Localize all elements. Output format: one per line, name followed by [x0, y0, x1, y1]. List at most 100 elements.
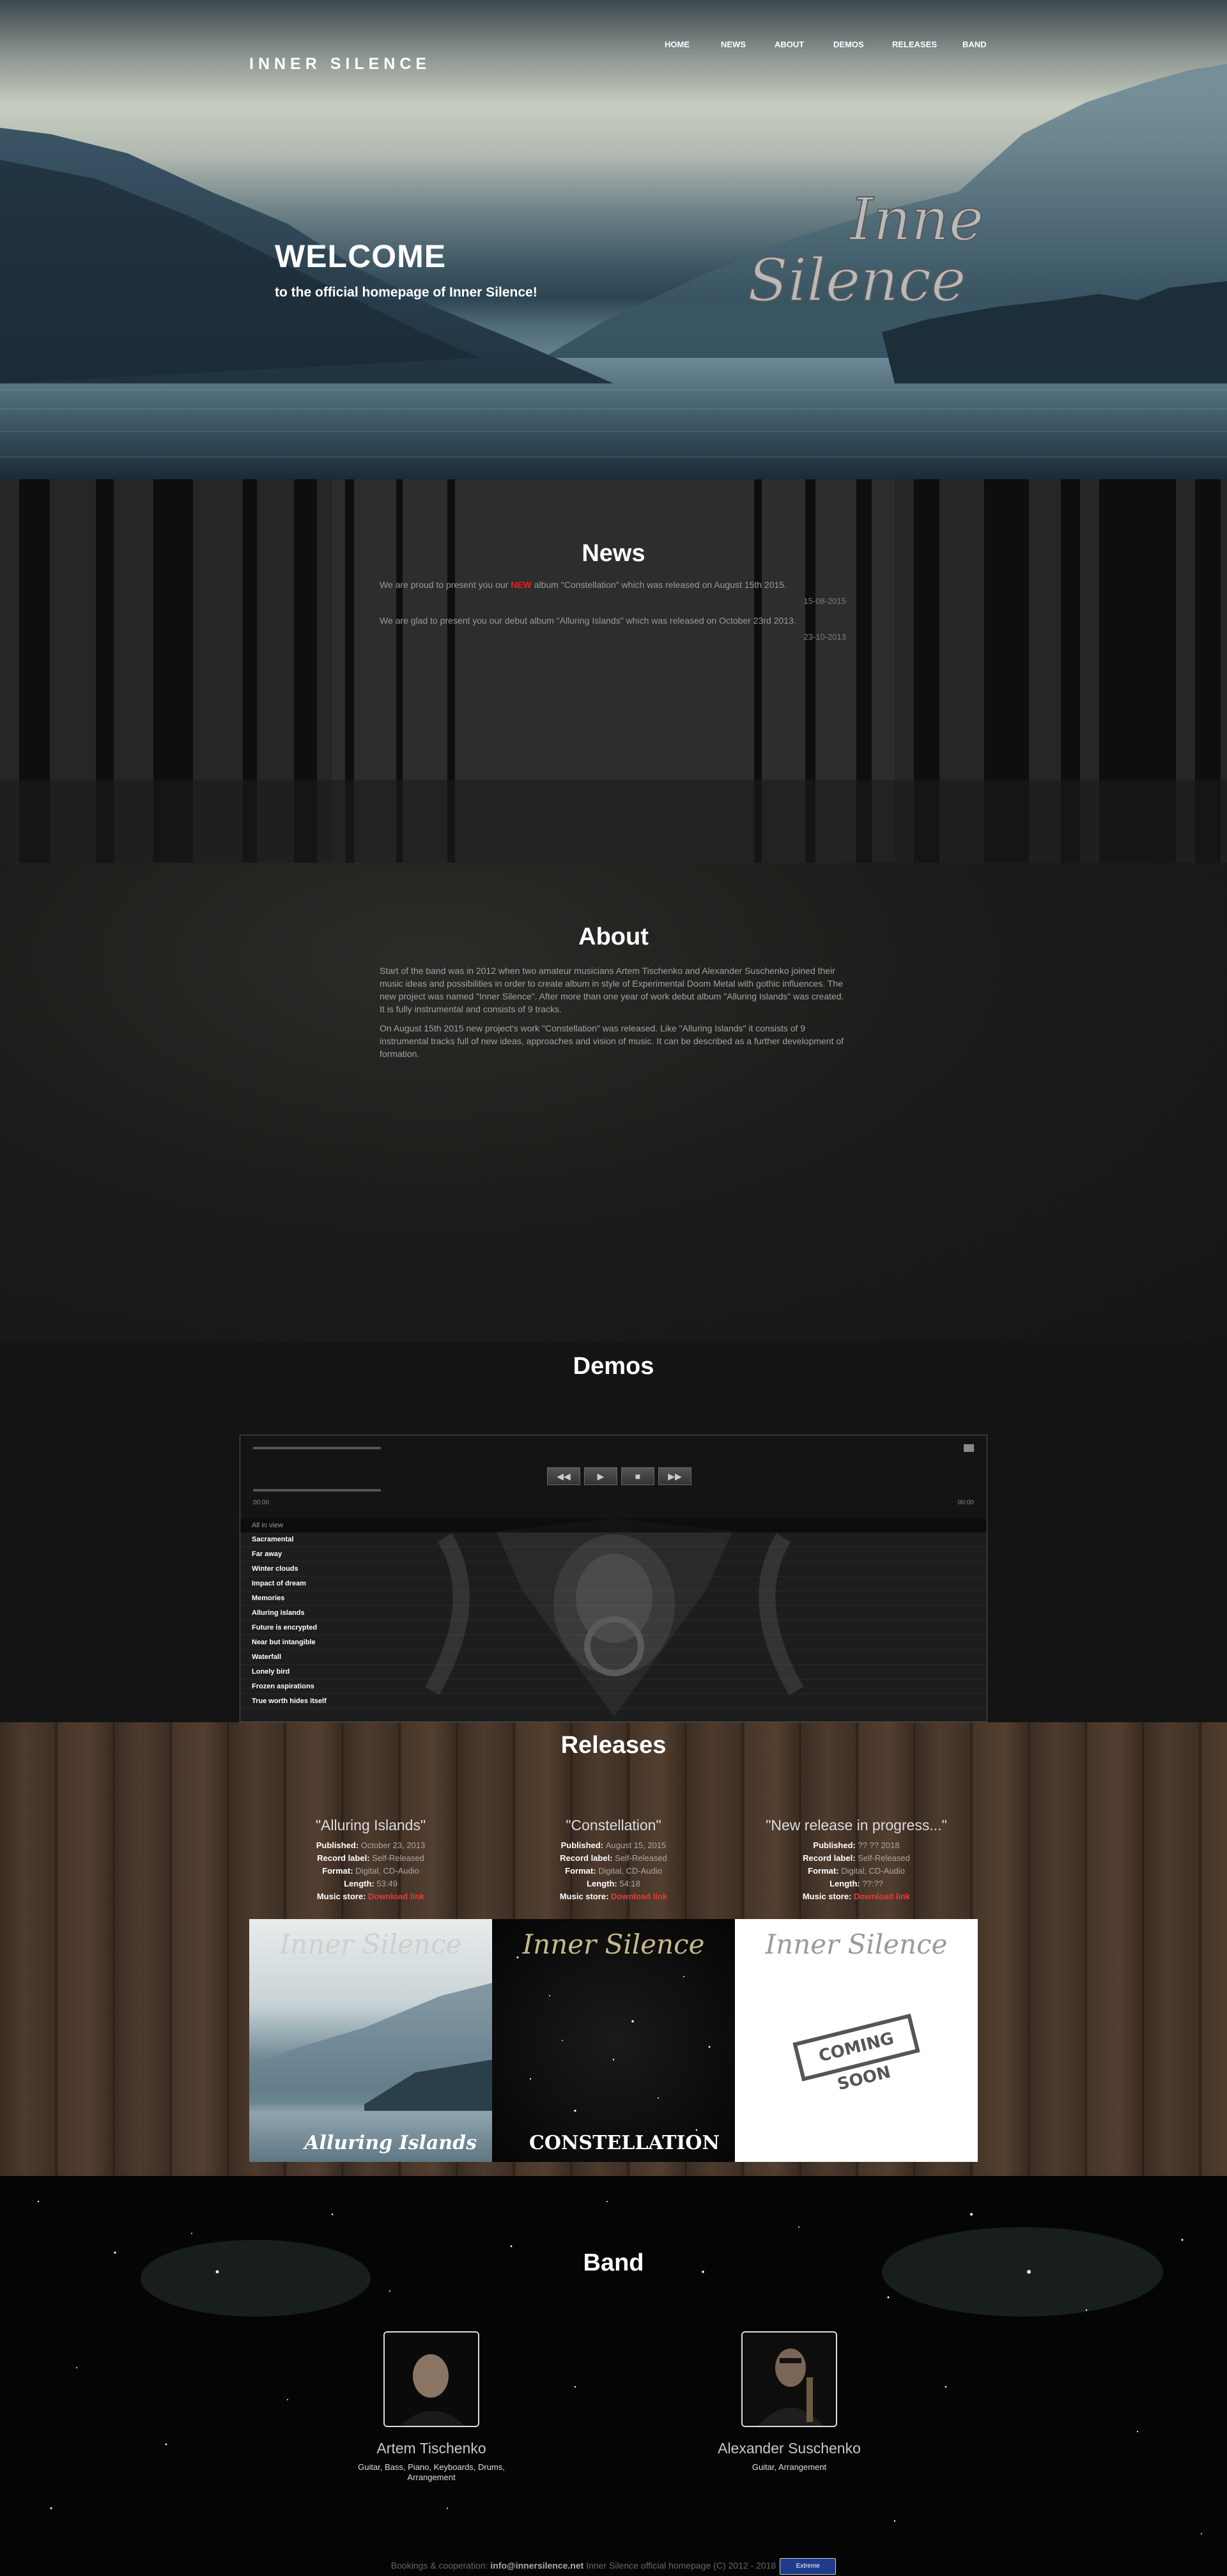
nav-about[interactable]: ABOUT: [775, 38, 804, 51]
next-button[interactable]: ▶▶: [658, 1467, 691, 1485]
time-total: 00:00: [957, 1499, 974, 1506]
cover-title: Inner Silence: [279, 1929, 462, 1960]
value-length: 53:49: [376, 1879, 397, 1888]
playlist-track[interactable]: Memories: [240, 1591, 987, 1606]
playlist-track[interactable]: Lonely bird: [240, 1665, 987, 1679]
about-title: About: [578, 923, 649, 950]
label-length: Length:: [830, 1879, 860, 1888]
release-label: Record label: Self-Released: [492, 1852, 735, 1865]
band-title: Band: [583, 2249, 644, 2276]
album-cover-alluring-islands[interactable]: Inner Silence Alluring Islands: [249, 1919, 492, 2162]
counter-badge[interactable]: Extreme: [780, 2558, 837, 2575]
footer-email-link[interactable]: info@innersilence.net: [490, 2561, 583, 2571]
nav-band[interactable]: BAND: [962, 38, 987, 51]
label-published: Published:: [813, 1840, 856, 1850]
release-info: "Alluring Islands" Published: October 23…: [249, 1817, 492, 1903]
play-button[interactable]: ▶: [584, 1467, 617, 1485]
member-role: Guitar, Arrangement: [752, 2462, 827, 2472]
label-store: Music store:: [559, 1892, 609, 1901]
band-member: Artem Tischenko Guitar, Bass, Piano, Key…: [329, 2331, 534, 2483]
value-record: Self-Released: [615, 1853, 667, 1863]
news-item: We are glad to present you our debut alb…: [380, 615, 846, 642]
news-text-after: album "Constellation" which was released…: [531, 580, 787, 590]
playlist-track[interactable]: Near but intangible: [240, 1635, 987, 1650]
volume-icon[interactable]: [964, 1444, 974, 1452]
starfield-image: [37, 2200, 1202, 2534]
label-record: Record label:: [560, 1853, 613, 1863]
value-format: Digital, CD-Audio: [598, 1866, 662, 1876]
nav-releases[interactable]: RELEASES: [892, 38, 937, 51]
release-title: "Constellation": [566, 1817, 661, 1833]
release-title: "New release in progress...": [766, 1817, 947, 1833]
album-cover-coming-soon[interactable]: Inner Silence COMING SOON: [735, 1919, 978, 2162]
band-logo: Inner Silence: [747, 185, 984, 315]
news-date: 15-08-2015: [803, 596, 847, 606]
releases-title: Releases: [560, 1732, 667, 1759]
release-length: Length: 53:49: [249, 1878, 492, 1890]
news-title: News: [582, 540, 645, 567]
band-member: Alexander Suschenko Guitar, Arrangement: [687, 2331, 891, 2472]
member-photo: [741, 2331, 837, 2427]
playlist-track[interactable]: Waterfall: [240, 1650, 987, 1665]
label-record: Record label:: [803, 1853, 856, 1863]
label-store: Music store:: [802, 1892, 852, 1901]
release-label: Record label: Self-Released: [249, 1852, 492, 1865]
playlist-track[interactable]: Frozen aspirations: [240, 1679, 987, 1694]
release-label: Record label: Self-Released: [735, 1852, 978, 1865]
release-info: "Constellation" Published: August 15, 20…: [492, 1817, 735, 1903]
playlist-track[interactable]: Winter clouds: [240, 1562, 987, 1577]
band-section: [0, 2176, 1227, 2576]
release-info: "New release in progress..." Published: …: [735, 1817, 978, 1903]
album-cover-constellation[interactable]: Inner Silence CONSTELLATION: [492, 1919, 735, 2162]
nav-news[interactable]: NEWS: [721, 38, 746, 51]
label-format: Format:: [808, 1866, 839, 1876]
value-length: ??:??: [862, 1879, 883, 1888]
playlist-track[interactable]: True worth hides itself: [240, 1694, 987, 1709]
person-silhouette: [385, 2333, 478, 2426]
news-text: We are glad to present you our debut alb…: [380, 615, 846, 627]
playlist-track[interactable]: Far away: [240, 1547, 987, 1562]
download-link[interactable]: Download link: [368, 1892, 424, 1901]
site-brand[interactable]: INNER SILENCE: [249, 55, 431, 73]
lake-mountains-image: [0, 64, 1227, 479]
nav-home[interactable]: HOME: [665, 38, 690, 51]
download-link[interactable]: Download link: [854, 1892, 910, 1901]
value-length: 54:18: [619, 1879, 640, 1888]
playlist-track[interactable]: Impact of dream: [240, 1577, 987, 1591]
welcome-title: WELCOME: [275, 238, 447, 274]
label-published: Published:: [316, 1840, 359, 1850]
dark-forest-image: [0, 479, 1227, 863]
release-length: Length: 54:18: [492, 1878, 735, 1890]
release-published: Published: August 15, 2015: [492, 1839, 735, 1852]
stop-button[interactable]: ■: [621, 1467, 654, 1485]
value-record: Self-Released: [372, 1853, 424, 1863]
release-published: Published: ?? ?? 2018: [735, 1839, 978, 1852]
release-title: "Alluring Islands": [315, 1817, 426, 1833]
playlist-track[interactable]: Future is encrypted: [240, 1621, 987, 1635]
person-silhouette: [743, 2333, 836, 2426]
label-store: Music store:: [316, 1892, 366, 1901]
nav-demos[interactable]: DEMOS: [833, 38, 864, 51]
playlist-track[interactable]: Sacramental: [240, 1532, 987, 1547]
previous-button[interactable]: ◀◀: [547, 1467, 580, 1485]
about-paragraph: Start of the band was in 2012 when two a…: [380, 966, 844, 1014]
news-date: 23-10-2013: [803, 632, 847, 642]
logo-word-2: Silence: [748, 246, 966, 314]
volume-bar[interactable]: [253, 1489, 381, 1492]
member-name: Alexander Suschenko: [718, 2440, 861, 2456]
site-footer: Bookings & cooperation: info@innersilenc…: [0, 2558, 1227, 2575]
playlist-track[interactable]: Alluring islands: [240, 1606, 987, 1621]
value-published: ?? ?? 2018: [858, 1840, 900, 1850]
hero-section: INNER SILENCE HOME NEWS ABOUT DEMOS RELE…: [0, 0, 1227, 479]
value-format: Digital, CD-Audio: [841, 1866, 905, 1876]
news-text: We are proud to present you our NEW albu…: [380, 579, 846, 591]
cover-title: Inner Silence: [765, 1929, 948, 1960]
member-name: Artem Tischenko: [376, 2440, 486, 2456]
progress-bar[interactable]: [253, 1447, 381, 1449]
label-format: Format:: [322, 1866, 353, 1876]
release-published: Published: October 23, 2013: [249, 1839, 492, 1852]
playlist-header: All in view: [240, 1518, 987, 1532]
download-link[interactable]: Download link: [611, 1892, 667, 1901]
footer-bookings: Bookings & cooperation:: [390, 2560, 491, 2571]
news-item: We are proud to present you our NEW albu…: [380, 579, 846, 606]
